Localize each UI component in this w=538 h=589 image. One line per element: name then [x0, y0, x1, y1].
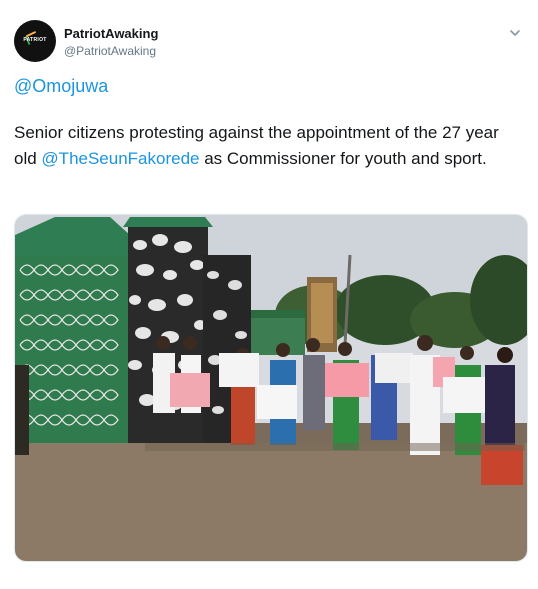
reply-to-mention[interactable]: @Omojuwa [14, 74, 108, 98]
tweet-text: Senior citizens protesting against the a… [14, 120, 524, 172]
tweet-header: PATRIOT PatriotAwaking @PatriotAwaking [14, 20, 524, 64]
tweet-card: PATRIOT PatriotAwaking @PatriotAwaking @… [0, 0, 538, 589]
tweet-text-after: as Commissioner for youth and sport. [199, 149, 487, 168]
tweet-mention-link[interactable]: @TheSeunFakorede [41, 149, 199, 168]
author-display-name[interactable]: PatriotAwaking [64, 26, 158, 42]
author-handle[interactable]: @PatriotAwaking [64, 43, 158, 59]
avatar[interactable]: PATRIOT [14, 20, 56, 62]
protest-photo [15, 215, 527, 561]
chevron-down-icon[interactable] [508, 26, 522, 40]
author-names: PatriotAwaking @PatriotAwaking [64, 26, 158, 59]
avatar-logo-text: PATRIOT [23, 37, 47, 43]
tweet-photo[interactable] [14, 214, 528, 562]
